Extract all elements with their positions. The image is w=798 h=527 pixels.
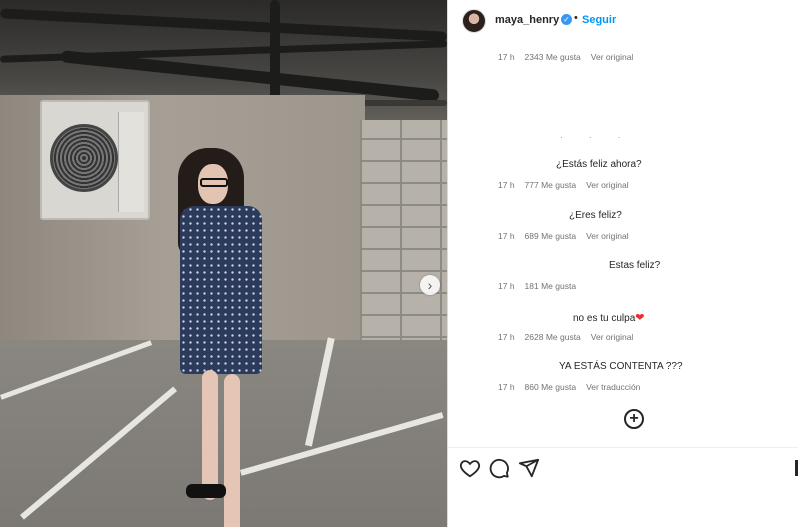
glasses bbox=[200, 178, 228, 187]
see-original-link[interactable]: Ver original bbox=[591, 52, 634, 62]
comment-likes[interactable]: 181 Me gusta bbox=[525, 281, 577, 291]
separator-dot: • bbox=[574, 12, 578, 24]
comment-time: 17 h bbox=[498, 231, 515, 241]
comment-meta: 17 h 2343 Me gusta Ver original bbox=[498, 52, 643, 62]
red-heart-emoji: ❤ bbox=[635, 312, 645, 324]
shoe bbox=[186, 484, 226, 498]
verified-badge-icon: ✓ bbox=[561, 14, 572, 25]
post-photo[interactable]: › bbox=[0, 0, 447, 527]
plus-circle-icon[interactable]: + bbox=[624, 409, 644, 429]
comment-meta: 17 h 860 Me gusta Ver traducción bbox=[498, 382, 650, 392]
brick-wall bbox=[360, 120, 447, 360]
comment-text: ¿Estás feliz ahora? bbox=[556, 159, 642, 170]
username[interactable]: maya_henry bbox=[495, 14, 559, 26]
truncated-comment-marks: · · · bbox=[560, 133, 633, 142]
comment-text: YA ESTÁS CONTENTA ??? bbox=[559, 361, 683, 372]
avatar[interactable] bbox=[462, 9, 486, 33]
comment-likes[interactable]: 2628 Me gusta bbox=[525, 332, 581, 342]
leg bbox=[224, 374, 240, 527]
see-original-link[interactable]: Ver original bbox=[586, 231, 629, 241]
comment-meta: 17 h 689 Me gusta Ver original bbox=[498, 231, 639, 241]
comment-text: Estas feliz? bbox=[609, 260, 661, 271]
leg bbox=[202, 370, 218, 500]
comment-time: 17 h bbox=[498, 180, 515, 190]
comment-time: 17 h bbox=[498, 332, 515, 342]
comment-likes[interactable]: 689 Me gusta bbox=[525, 231, 577, 241]
comment-meta: 17 h 2628 Me gusta Ver original bbox=[498, 332, 643, 342]
comment-text-content: no es tu culpa bbox=[573, 313, 636, 324]
post-header: maya_henry ✓ • Seguir bbox=[448, 0, 798, 42]
comment-likes[interactable]: 860 Me gusta bbox=[525, 382, 577, 392]
comment-time: 17 h bbox=[498, 52, 515, 62]
comment-time: 17 h bbox=[498, 281, 515, 291]
heart-icon[interactable] bbox=[459, 457, 481, 479]
fan-icon bbox=[50, 124, 118, 192]
comment-likes[interactable]: 777 Me gusta bbox=[525, 180, 577, 190]
pipe bbox=[270, 0, 280, 100]
see-original-link[interactable]: Ver original bbox=[591, 332, 634, 342]
see-original-link[interactable]: Ver original bbox=[586, 180, 629, 190]
see-translation-link[interactable]: Ver traducción bbox=[586, 382, 640, 392]
comment-time: 17 h bbox=[498, 382, 515, 392]
person-figure bbox=[172, 148, 272, 527]
share-icon[interactable] bbox=[518, 457, 540, 479]
comment-icon[interactable] bbox=[488, 457, 510, 479]
actions-divider bbox=[448, 447, 798, 448]
chevron-right-icon[interactable]: › bbox=[420, 275, 440, 295]
polka-dot-dress bbox=[180, 206, 262, 374]
comment-text: no es tu culpa❤ bbox=[573, 311, 644, 324]
comment-meta: 17 h 181 Me gusta bbox=[498, 281, 586, 291]
ac-panel bbox=[118, 112, 144, 212]
follow-button[interactable]: Seguir bbox=[582, 14, 616, 26]
comment-meta: 17 h 777 Me gusta Ver original bbox=[498, 180, 639, 190]
air-conditioner-unit bbox=[40, 100, 150, 220]
comment-text: ¿Eres feliz? bbox=[569, 210, 622, 221]
comment-likes[interactable]: 2343 Me gusta bbox=[525, 52, 581, 62]
